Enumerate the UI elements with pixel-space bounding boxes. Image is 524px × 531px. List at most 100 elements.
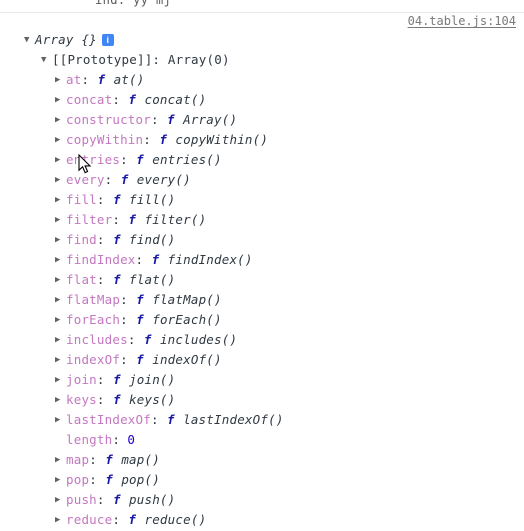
function-marker: f [136, 152, 144, 167]
property-value-function: at() [113, 72, 145, 87]
root-object-label: Array {} [35, 32, 97, 47]
property-value-function: reduce() [144, 512, 207, 527]
tree-property-row[interactable]: ▶ indexOf: f indexOf() [0, 350, 524, 370]
property-name: pop [66, 472, 90, 487]
tree-property-row[interactable]: ▶ at: f at() [0, 70, 524, 90]
tree-property-row[interactable]: ▶ constructor: f Array() [0, 110, 524, 130]
triangle-right-icon[interactable]: ▶ [55, 110, 66, 130]
triangle-right-icon[interactable]: ▶ [55, 330, 66, 350]
function-marker: f [105, 472, 113, 487]
property-separator: : [96, 492, 105, 507]
tree-property-row[interactable]: ▶ pop: f pop() [0, 470, 524, 490]
property-value-function: fill() [129, 192, 176, 207]
triangle-right-icon[interactable]: ▶ [55, 450, 66, 470]
tree-property-row[interactable]: ▶ forEach: f forEach() [0, 310, 524, 330]
property-value-function: forEach() [152, 312, 222, 327]
triangle-right-icon[interactable]: ▶ [55, 90, 66, 110]
tree-property-row[interactable]: ▶ concat: f concat() [0, 90, 524, 110]
prototype-label: [[Prototype]]: Array(0) [52, 52, 230, 67]
triangle-right-icon[interactable]: ▶ [55, 410, 66, 430]
devtools-console-panel: ind: yy mj 04.table.js:104 ▼ Array {} i ▼[… [0, 0, 524, 528]
triangle-down-icon[interactable]: ▼ [24, 30, 35, 50]
property-value-function: copyWithin() [175, 132, 269, 147]
tree-property-row[interactable]: ▶ every: f every() [0, 170, 524, 190]
tree-indent-spacer: ▶ [55, 430, 66, 450]
tree-prototype-row[interactable]: ▼ [[Prototype]]: Array(0) [0, 50, 524, 70]
function-marker: f [128, 512, 136, 527]
property-separator: : [96, 392, 105, 407]
triangle-right-icon[interactable]: ▶ [55, 150, 66, 170]
property-separator: : [120, 352, 128, 367]
property-name: filter [66, 212, 113, 227]
triangle-right-icon[interactable]: ▶ [55, 70, 66, 90]
tree-property-row[interactable]: ▶ find: f find() [0, 230, 524, 250]
property-name: lastIndexOf [66, 412, 151, 427]
tree-property-row[interactable]: ▶ join: f join() [0, 370, 524, 390]
triangle-right-icon[interactable]: ▶ [55, 370, 66, 390]
property-name: push [66, 492, 97, 507]
property-separator: : [135, 252, 144, 267]
function-marker: f [128, 92, 136, 107]
tree-property-row[interactable]: ▶ reduce: f reduce() [0, 510, 524, 530]
previous-log-row: ind: yy mj [0, 0, 524, 7]
tree-property-row[interactable]: ▶ keys: f keys() [0, 390, 524, 410]
triangle-right-icon[interactable]: ▶ [55, 510, 66, 530]
function-marker: f [112, 492, 121, 507]
triangle-right-icon[interactable]: ▶ [55, 350, 66, 370]
function-marker: f [159, 132, 167, 147]
property-value-function: keys() [129, 392, 176, 407]
property-value-function: every() [136, 172, 191, 187]
tree-property-row[interactable]: ▶ map: f map() [0, 450, 524, 470]
property-name: entries [66, 152, 121, 167]
triangle-right-icon[interactable]: ▶ [55, 390, 66, 410]
info-icon[interactable]: i [101, 33, 114, 46]
function-marker: f [105, 452, 113, 467]
property-separator: : [143, 132, 151, 147]
function-marker: f [112, 272, 121, 287]
property-name: forEach [66, 312, 121, 327]
triangle-right-icon[interactable]: ▶ [55, 190, 66, 210]
tree-property-row[interactable]: ▶ findIndex: f findIndex() [0, 250, 524, 270]
property-separator: : [120, 152, 128, 167]
tree-property-row[interactable]: ▶ push: f push() [0, 490, 524, 510]
property-value-function: concat() [144, 92, 207, 107]
triangle-right-icon[interactable]: ▶ [55, 170, 66, 190]
function-marker: f [136, 352, 144, 367]
function-marker: f [120, 172, 129, 187]
property-name: reduce [66, 512, 113, 527]
function-marker: f [128, 212, 136, 227]
property-value-function: entries() [152, 152, 222, 167]
triangle-right-icon[interactable]: ▶ [55, 270, 66, 290]
triangle-right-icon[interactable]: ▶ [55, 210, 66, 230]
triangle-right-icon[interactable]: ▶ [55, 290, 66, 310]
function-marker: f [136, 292, 144, 307]
tree-root-row[interactable]: ▼ Array {} i [0, 30, 524, 50]
triangle-right-icon[interactable]: ▶ [55, 490, 66, 510]
property-name: constructor [66, 112, 151, 127]
tree-property-row[interactable]: ▶length: 0 [0, 430, 524, 450]
tree-property-row[interactable]: ▶ lastIndexOf: f lastIndexOf() [0, 410, 524, 430]
triangle-right-icon[interactable]: ▶ [55, 130, 66, 150]
tree-property-row[interactable]: ▶ fill: f fill() [0, 190, 524, 210]
triangle-right-icon[interactable]: ▶ [55, 310, 66, 330]
source-file-link[interactable]: 04.table.js:104 [408, 14, 516, 28]
function-marker: f [136, 312, 144, 327]
triangle-right-icon[interactable]: ▶ [55, 230, 66, 250]
triangle-right-icon[interactable]: ▶ [55, 250, 66, 270]
function-marker: f [151, 252, 160, 267]
property-separator: : [112, 92, 120, 107]
property-value-function: includes() [159, 332, 238, 347]
property-separator: : [120, 312, 128, 327]
property-value-number: 0 [127, 432, 136, 447]
tree-property-row[interactable]: ▶ flat: f flat() [0, 270, 524, 290]
tree-property-row[interactable]: ▶ entries: f entries() [0, 150, 524, 170]
property-value-function: join() [129, 372, 176, 387]
property-name: at [66, 72, 82, 87]
tree-property-row[interactable]: ▶ includes: f includes() [0, 330, 524, 350]
triangle-down-icon[interactable]: ▼ [41, 50, 52, 70]
triangle-right-icon[interactable]: ▶ [55, 470, 66, 490]
property-value-function: push() [129, 492, 176, 507]
tree-property-row[interactable]: ▶ flatMap: f flatMap() [0, 290, 524, 310]
tree-property-row[interactable]: ▶ copyWithin: f copyWithin() [0, 130, 524, 150]
tree-property-row[interactable]: ▶ filter: f filter() [0, 210, 524, 230]
